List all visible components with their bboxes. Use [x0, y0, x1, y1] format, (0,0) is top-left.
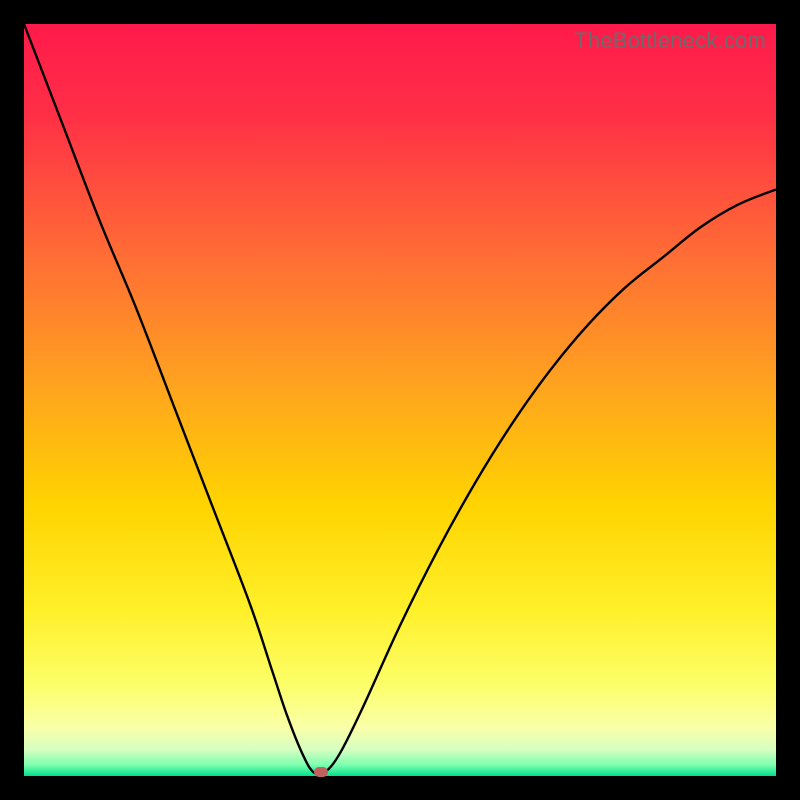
- chart-frame: TheBottleneck.com: [24, 24, 776, 776]
- watermark-text: TheBottleneck.com: [574, 28, 766, 54]
- bottleneck-plot: [24, 24, 776, 776]
- gradient-background: [24, 24, 776, 776]
- optimal-point-marker: [314, 767, 328, 777]
